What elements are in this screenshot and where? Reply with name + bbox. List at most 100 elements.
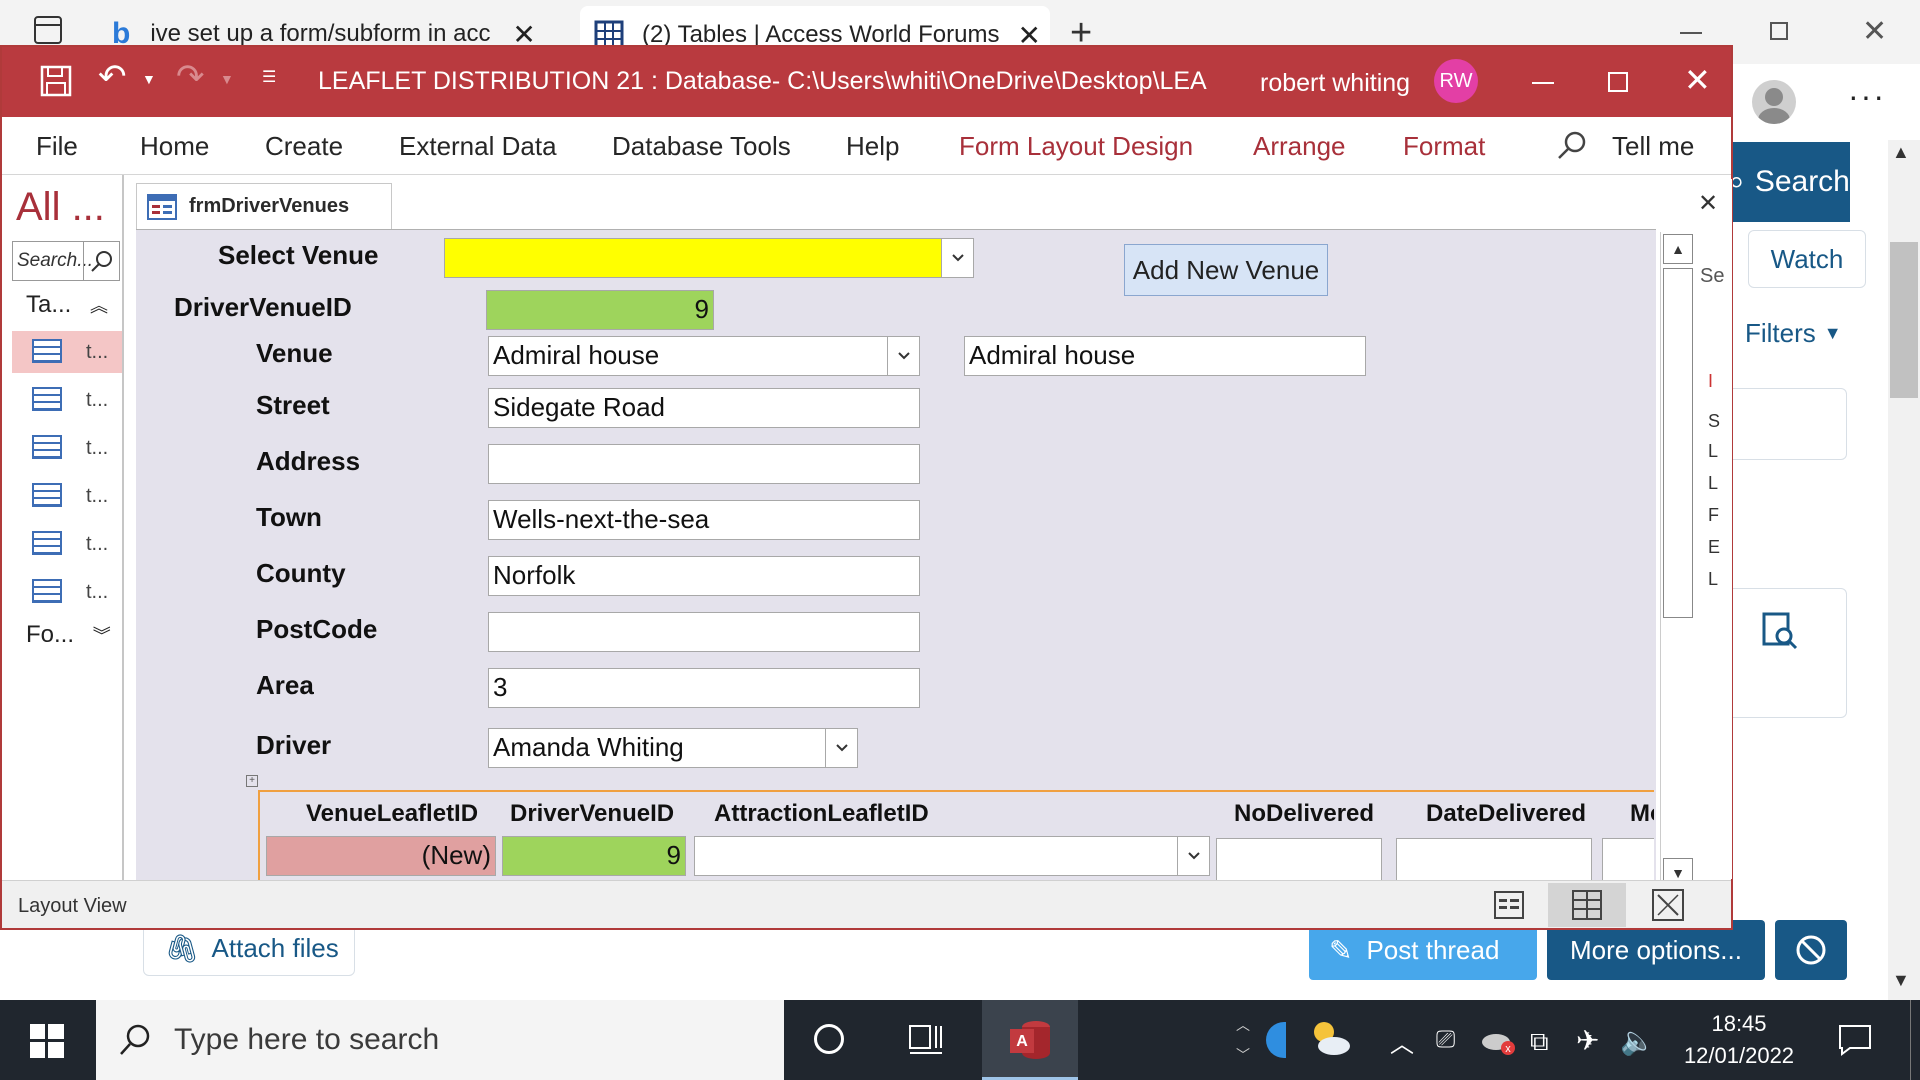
subform-cell-venueleafletid[interactable]: (New)	[266, 836, 496, 876]
nav-item-label: t...	[86, 389, 109, 411]
nav-item-table[interactable]: t...	[12, 427, 122, 469]
forum-side-text: S	[1708, 411, 1721, 431]
postcode-field[interactable]	[488, 612, 920, 652]
venue-name-field[interactable]: Admiral house	[964, 336, 1366, 376]
redo-icon: ↷	[176, 58, 205, 96]
layout-move-handle[interactable]: +	[246, 775, 258, 787]
select-venue-combo[interactable]	[444, 238, 974, 278]
layout-view-icon[interactable]	[1548, 883, 1626, 927]
maximize-icon[interactable]	[1608, 72, 1628, 92]
close-document-icon[interactable]: ✕	[1698, 189, 1718, 218]
tab-format[interactable]: Format	[1403, 131, 1485, 162]
user-avatar[interactable]: RW	[1434, 59, 1478, 103]
subform-cell-nodelivered[interactable]	[1216, 838, 1382, 882]
chevron-down-icon[interactable]	[887, 337, 919, 375]
venue-label: Venue	[256, 338, 333, 368]
chevron-down-icon[interactable]	[1177, 837, 1209, 875]
driver-venue-id-field[interactable]: 9	[486, 290, 714, 330]
subform: VenueLeafletID DriverVenueID AttractionL…	[258, 790, 1654, 890]
county-field[interactable]: Norfolk	[488, 556, 920, 596]
nav-item-table[interactable]: t...	[12, 379, 122, 421]
forum-search-button[interactable]: ⌕ Search	[1720, 142, 1850, 222]
close-icon[interactable]: ✕	[1684, 61, 1711, 99]
venue-combo[interactable]: Admiral house	[488, 336, 920, 376]
cancel-button[interactable]	[1775, 920, 1847, 980]
nav-item-label: t...	[86, 485, 109, 507]
address-field[interactable]	[488, 444, 920, 484]
subform-cell-more[interactable]	[1602, 838, 1654, 882]
tab-actions-icon[interactable]	[34, 16, 62, 44]
ribbon-tabs: File Home Create External Data Database …	[2, 117, 1731, 175]
form-scrollbar[interactable]: ▲ ▼	[1660, 232, 1696, 888]
clock[interactable]: 18:45 12/01/2022	[1678, 1008, 1800, 1072]
tab-external-data[interactable]: External Data	[399, 131, 557, 162]
document-tab[interactable]: frmDriverVenues	[136, 183, 392, 229]
display-icon[interactable]: ⧉	[1530, 1026, 1549, 1058]
customize-toolbar-icon[interactable]: ☰	[262, 67, 276, 87]
chevron-down-icon[interactable]	[941, 239, 973, 277]
preview-icon[interactable]	[1760, 610, 1800, 650]
show-desktop-strip[interactable]	[1910, 1000, 1914, 1080]
close-window-icon[interactable]: ✕	[1862, 14, 1887, 49]
nav-group-forms[interactable]: Fo... ︾	[26, 621, 111, 649]
undo-icon[interactable]: ↶	[98, 57, 127, 97]
subform-cell-drivervenueid[interactable]: 9	[502, 836, 686, 876]
county-label: County	[256, 558, 346, 588]
nav-item-table[interactable]: t...	[12, 523, 122, 565]
street-field[interactable]: Sidegate Road	[488, 388, 920, 428]
onedrive-error-icon[interactable]: x	[1480, 1028, 1516, 1056]
tab-help[interactable]: Help	[846, 131, 899, 162]
tab-home[interactable]: Home	[140, 131, 209, 162]
edge-icon[interactable]	[1266, 1022, 1286, 1058]
venue-name-value: Admiral house	[969, 340, 1136, 370]
tab-file[interactable]: File	[36, 131, 78, 162]
form-view-icon[interactable]	[1494, 891, 1524, 919]
tab-form-layout-design[interactable]: Form Layout Design	[959, 131, 1193, 162]
restore-icon[interactable]	[1770, 22, 1788, 40]
avatar[interactable]	[1752, 80, 1796, 124]
forum-side-text: L	[1708, 569, 1719, 589]
show-hidden-icons[interactable]: ︿	[1390, 1024, 1414, 1059]
chevron-down-icon[interactable]: ▼	[142, 71, 156, 87]
volume-icon[interactable]: 🔈	[1620, 1024, 1655, 1057]
nav-header[interactable]: All ...	[16, 185, 105, 230]
nav-item-table[interactable]: t...	[12, 331, 122, 373]
windows-start-icon[interactable]	[30, 1024, 64, 1058]
area-field[interactable]: 3	[488, 668, 920, 708]
subform-cell-datedelivered[interactable]	[1396, 838, 1592, 882]
watch-button[interactable]: Watch	[1748, 230, 1866, 288]
table-icon	[32, 483, 62, 507]
nav-item-table[interactable]: t...	[12, 571, 122, 613]
overflow-scroll-icon[interactable]: ︿ ﹀	[1236, 1010, 1250, 1070]
task-view-icon[interactable]	[908, 1024, 944, 1056]
nav-search-input[interactable]: Search...	[12, 241, 120, 281]
forum-side-text: E	[1708, 537, 1721, 557]
tab-arrange[interactable]: Arrange	[1253, 131, 1346, 162]
airplane-mode-icon[interactable]: ✈	[1576, 1024, 1599, 1057]
more-menu-icon[interactable]: ···	[1848, 78, 1886, 115]
save-icon[interactable]	[40, 65, 72, 97]
access-app-icon: A	[1006, 1015, 1054, 1063]
scrollbar[interactable]: ▲ ▼	[1888, 140, 1920, 1000]
notifications-icon[interactable]	[1838, 1024, 1872, 1056]
driver-combo[interactable]: Amanda Whiting	[488, 728, 858, 768]
add-new-venue-button[interactable]: Add New Venue	[1124, 244, 1328, 296]
cortana-icon[interactable]	[814, 1024, 844, 1054]
tab-create[interactable]: Create	[265, 131, 343, 162]
weather-icon[interactable]	[1306, 1018, 1354, 1058]
design-view-icon[interactable]	[1652, 889, 1684, 921]
chevron-down-icon: ▼	[220, 71, 234, 87]
meet-now-icon[interactable]: ⎚	[1436, 1026, 1455, 1054]
nav-group-tables[interactable]: Ta... ︽	[26, 291, 108, 319]
filters-button[interactable]: Filters ▼	[1745, 318, 1842, 349]
tell-me-input[interactable]: Tell me	[1612, 131, 1694, 162]
minimize-icon[interactable]	[1680, 32, 1702, 34]
access-taskbar-button[interactable]: A	[982, 1000, 1078, 1080]
nav-item-table[interactable]: t...	[12, 475, 122, 517]
tab-database-tools[interactable]: Database Tools	[612, 131, 791, 162]
subform-cell-attractionleafletid[interactable]	[694, 836, 1210, 876]
minimize-icon[interactable]	[1532, 82, 1554, 84]
chevron-down-icon[interactable]	[825, 729, 857, 767]
town-field[interactable]: Wells-next-the-sea	[488, 500, 920, 540]
taskbar-search-box[interactable]: Type here to search	[96, 1000, 784, 1080]
